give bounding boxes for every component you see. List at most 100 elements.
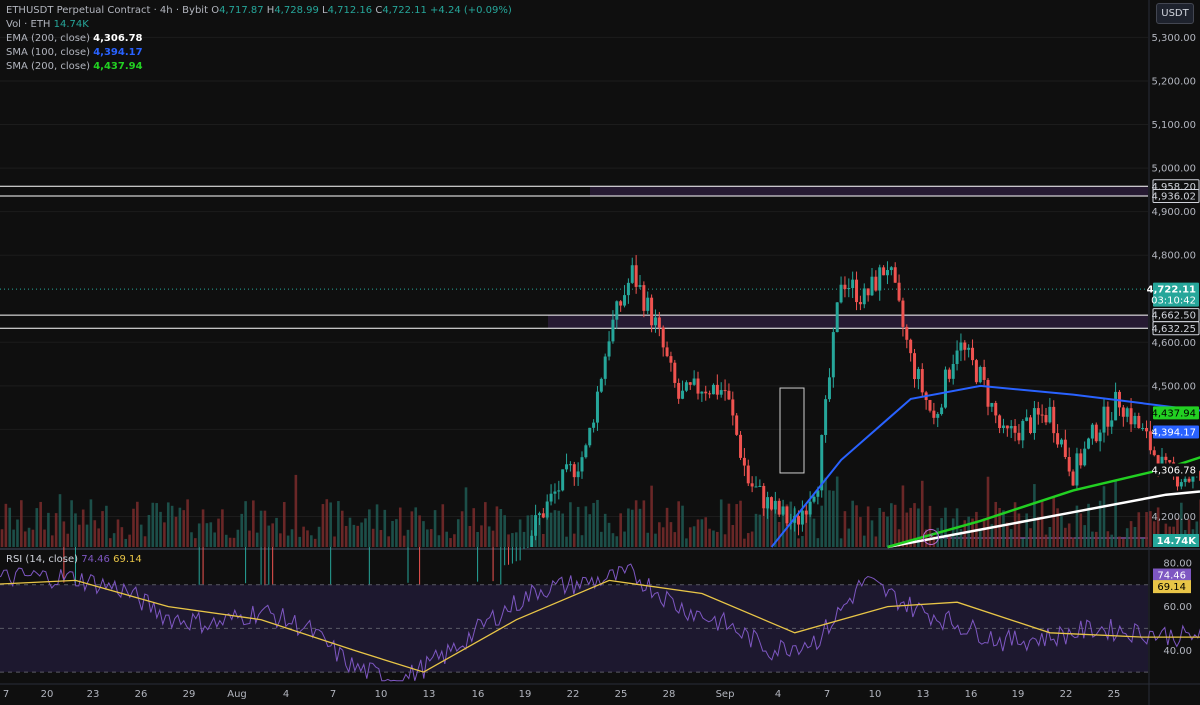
volume-bar [777, 521, 781, 547]
volume-bar [197, 523, 201, 547]
candle-body [1125, 408, 1129, 417]
candle-body [557, 490, 561, 492]
time-tick-label: 10 [375, 689, 388, 700]
rsi-tick-label: 40.00 [1163, 646, 1192, 657]
volume-bar [1114, 480, 1117, 547]
candle-body [990, 402, 994, 407]
volume-bar [959, 529, 963, 547]
volume-bar [387, 536, 390, 547]
sma100-value: 4,394.17 [93, 47, 143, 58]
sma100-label[interactable]: SMA (100, close) [6, 47, 90, 58]
volume-bar [190, 532, 193, 547]
volume-bar [93, 520, 97, 547]
volume-bar [232, 537, 236, 547]
volume-bar [1064, 527, 1067, 547]
volume-bar [78, 524, 81, 547]
volume-bar [630, 509, 634, 547]
candle-body [1179, 482, 1183, 487]
volume-bar [31, 529, 35, 547]
volume-bar [658, 522, 661, 547]
open-value: 4,717.87 [219, 5, 264, 16]
candle-body [1021, 420, 1025, 441]
volume-bar [112, 533, 116, 547]
rsi-tick-label: 80.00 [1163, 558, 1192, 569]
volume-bar [893, 504, 897, 547]
candle-body [592, 422, 596, 428]
volume-bar [1052, 497, 1056, 547]
volume-bar [843, 511, 847, 547]
volume-bar [982, 518, 986, 547]
volume-bar [282, 502, 286, 547]
candle-body [626, 282, 630, 296]
candle-body [777, 500, 781, 515]
volume-label[interactable]: Vol · ETH [6, 19, 50, 30]
volume-bar [611, 533, 615, 547]
volume-bar [147, 514, 151, 547]
volume-bar [337, 501, 340, 547]
resistance-zone [590, 186, 1148, 196]
candle-body [1029, 417, 1033, 434]
ema-label[interactable]: EMA (200, close) [6, 33, 90, 44]
volume-bar [754, 513, 758, 547]
volume-bar [1067, 523, 1071, 547]
volume-bar [132, 508, 135, 547]
candle-body [885, 270, 889, 276]
candle-body [920, 369, 924, 393]
volume-bar [248, 530, 251, 547]
currency-button[interactable]: USDT [1156, 3, 1194, 24]
volume-bar [708, 528, 711, 547]
volume-bar [395, 519, 398, 547]
candle-body [588, 427, 592, 446]
candle-body [735, 415, 739, 435]
candle-body [1059, 439, 1063, 445]
volume-bar [600, 531, 603, 547]
candle-body [824, 399, 828, 435]
volume-bar [1141, 538, 1144, 547]
rsi-axis-value: 74.46 [1157, 571, 1186, 582]
volume-bar [418, 515, 421, 547]
candle-body [905, 326, 909, 340]
candle-body [1110, 420, 1114, 427]
trading-chart[interactable]: 5,300.00 5,200.00 5,100.00 5,000.00 4,900.00… [0, 0, 1200, 705]
volume-bar [561, 513, 564, 547]
candle-body [1114, 391, 1118, 421]
volume-bar [723, 534, 727, 547]
candle-body [739, 434, 743, 458]
sma200-label[interactable]: SMA (200, close) [6, 61, 90, 72]
time-tick-label: 20 [41, 689, 54, 700]
volume-bar [217, 518, 220, 547]
lightning-icon[interactable]: ⚡ [923, 529, 939, 545]
candle-body [599, 378, 603, 392]
volume-bar [665, 507, 669, 547]
candle-body [1048, 406, 1052, 423]
candle-body [1017, 432, 1021, 441]
symbol-title[interactable]: ETHUSDT Perpetual Contract · 4h · Bybit [6, 5, 208, 16]
volume-bar [302, 526, 305, 547]
volume-bar [1125, 528, 1129, 547]
rsi-label[interactable]: RSI (14, close) [6, 554, 78, 565]
volume-bar [252, 500, 255, 547]
candle-body [650, 297, 654, 326]
candle-body [855, 279, 859, 303]
volume-bar [484, 502, 487, 547]
candle-body [874, 276, 878, 291]
volume-bar [1021, 538, 1025, 547]
candle-body [684, 382, 688, 391]
candle-body [758, 485, 762, 487]
volume-bar [580, 535, 584, 547]
volume-bar [978, 530, 982, 547]
volume-bar [870, 520, 874, 547]
candle-body [1036, 408, 1040, 415]
time-tick-label: 19 [519, 689, 532, 700]
candle-body [1087, 438, 1091, 449]
volume-bar [313, 538, 317, 547]
time-tick-label: 16 [965, 689, 978, 700]
volume-bar [433, 510, 437, 547]
candle-body [673, 362, 677, 383]
volume-bar [607, 522, 611, 547]
volume-bar [120, 527, 124, 547]
volume-bar [170, 505, 174, 547]
volume-bar [839, 538, 843, 547]
volume-bar [255, 532, 259, 547]
volume-bar [139, 524, 143, 547]
